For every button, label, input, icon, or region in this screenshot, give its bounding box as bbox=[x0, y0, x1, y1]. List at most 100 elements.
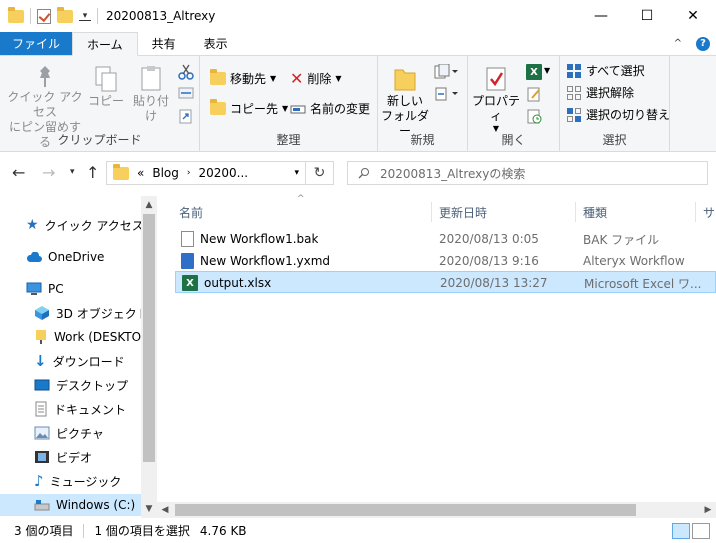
cut-icon[interactable] bbox=[178, 64, 194, 80]
nav-item-pictures[interactable]: ピクチャ bbox=[34, 422, 104, 444]
select-none-button[interactable]: 選択解除 bbox=[566, 84, 634, 101]
move-to-button[interactable]: 移動先 ▼ bbox=[210, 69, 277, 87]
collapse-ribbon-icon[interactable]: ^ bbox=[674, 38, 682, 49]
refresh-button[interactable]: ↻ bbox=[306, 161, 334, 185]
minimize-button[interactable]: — bbox=[578, 0, 624, 32]
tab-home[interactable]: ホーム bbox=[72, 32, 138, 56]
table-row[interactable]: New Workflow1.yxmd 2020/08/13 9:16 Alter… bbox=[175, 250, 716, 272]
new-item-icon[interactable] bbox=[434, 64, 458, 80]
history-icon[interactable] bbox=[526, 108, 542, 124]
address-dropdown-icon[interactable]: ▾ bbox=[294, 168, 299, 178]
nav-item-downloads[interactable]: ↓ ダウンロード bbox=[34, 350, 125, 372]
navigation-bar: ← → ▾ ↑ « Blog › 20200... ▾ ↻ 20200813_A… bbox=[0, 152, 716, 194]
breadcrumb-current[interactable]: 20200... bbox=[198, 166, 248, 180]
nav-item-quick-access[interactable]: ★ クイック アクセス bbox=[26, 214, 144, 236]
easy-access-icon[interactable] bbox=[434, 86, 458, 102]
nav-item-videos[interactable]: ビデオ bbox=[34, 446, 92, 468]
picture-icon bbox=[34, 426, 50, 440]
invert-selection-button[interactable]: 選択の切り替え bbox=[566, 106, 670, 123]
column-header-name[interactable]: 名前 bbox=[179, 202, 203, 222]
maximize-button[interactable]: ☐ bbox=[624, 0, 670, 32]
nav-item-music[interactable]: ♪ ミュージック bbox=[34, 470, 121, 492]
nav-item-onedrive[interactable]: OneDrive bbox=[26, 246, 104, 268]
paste-button[interactable]: 貼り付け bbox=[128, 64, 174, 124]
nav-item-label: ミュージック bbox=[49, 474, 122, 489]
nav-pane-scrollbar[interactable]: ▲ ▼ bbox=[141, 196, 157, 518]
select-none-label: 選択解除 bbox=[586, 86, 635, 100]
properties-check-icon[interactable] bbox=[37, 8, 51, 24]
nav-item-3d-objects[interactable]: 3D オブジェクト bbox=[34, 302, 149, 324]
copy-button[interactable]: コピー bbox=[88, 64, 124, 109]
scroll-left-icon[interactable]: ◀ bbox=[157, 502, 173, 518]
nav-item-pc[interactable]: PC bbox=[26, 278, 64, 300]
tab-view[interactable]: 表示 bbox=[190, 32, 242, 55]
column-header-date[interactable]: 更新日時 bbox=[439, 202, 487, 222]
new-folder-button[interactable]: 新しい フォルダー bbox=[380, 64, 430, 139]
chevron-right-icon[interactable]: › bbox=[187, 168, 191, 178]
breadcrumb-blog[interactable]: Blog bbox=[152, 166, 179, 180]
column-divider[interactable] bbox=[695, 202, 696, 222]
nav-item-work[interactable]: Work (DESKTOP- bbox=[34, 326, 152, 348]
recent-locations-chevron-icon[interactable]: ▾ bbox=[70, 167, 75, 177]
paste-shortcut-icon[interactable] bbox=[178, 108, 194, 124]
title-bar: ▾ 20200813_Altrexy — ☐ ✕ bbox=[0, 0, 716, 32]
new-folder-icon[interactable] bbox=[57, 6, 73, 23]
window-controls: — ☐ ✕ bbox=[578, 0, 716, 32]
close-button[interactable]: ✕ bbox=[670, 0, 716, 32]
file-type: Microsoft Excel ワ... bbox=[584, 276, 702, 291]
up-arrow-icon[interactable]: ↑ bbox=[86, 163, 99, 182]
tab-share[interactable]: 共有 bbox=[138, 32, 190, 55]
chevron-down-icon: ▼ bbox=[335, 74, 342, 83]
copy-to-button[interactable]: コピー先 ▼ bbox=[210, 99, 288, 117]
select-all-icon bbox=[567, 63, 581, 78]
invert-selection-icon bbox=[567, 107, 581, 122]
scroll-right-icon[interactable]: ▶ bbox=[700, 502, 716, 518]
file-list: ^ 名前 更新日時 種類 サ New Workflow1.bak 2020/08… bbox=[157, 194, 716, 518]
nav-item-label: ピクチャ bbox=[56, 426, 104, 441]
rename-button[interactable]: 名前の変更 bbox=[290, 100, 370, 117]
file-type: Alteryx Workflow bbox=[583, 254, 685, 268]
folder-icon bbox=[113, 163, 129, 180]
chevron-down-icon: ▼ bbox=[270, 74, 277, 83]
edit-icon[interactable] bbox=[526, 86, 542, 102]
breadcrumb-overflow[interactable]: « bbox=[137, 166, 144, 180]
scroll-up-icon[interactable]: ▲ bbox=[141, 200, 157, 210]
column-header-type[interactable]: 種類 bbox=[583, 202, 607, 222]
search-input[interactable]: 20200813_Altrexyの検索 bbox=[347, 161, 708, 185]
separator bbox=[97, 8, 98, 24]
forward-arrow-icon[interactable]: → bbox=[42, 163, 55, 182]
file-list-horizontal-scrollbar[interactable]: ◀ ▶ bbox=[157, 502, 716, 518]
chevron-down-icon[interactable]: ▼ bbox=[544, 66, 550, 75]
select-all-button[interactable]: すべて選択 bbox=[566, 62, 645, 79]
excel-open-icon[interactable]: X bbox=[526, 64, 542, 80]
chevron-down-icon[interactable]: ▾ bbox=[79, 11, 91, 21]
properties-button[interactable]: プロパティ ▼ bbox=[470, 64, 522, 134]
delete-button[interactable]: ✕ 削除 ▼ bbox=[290, 70, 342, 87]
help-icon[interactable]: ? bbox=[696, 36, 710, 51]
copy-path-icon[interactable] bbox=[178, 86, 194, 100]
back-arrow-icon[interactable]: ← bbox=[12, 163, 25, 182]
nav-item-desktop[interactable]: デスクトップ bbox=[34, 374, 128, 396]
table-row[interactable]: New Workflow1.bak 2020/08/13 0:05 BAK ファ… bbox=[175, 228, 716, 250]
scrollbar-thumb[interactable] bbox=[143, 214, 155, 462]
file-type: BAK ファイル bbox=[583, 232, 660, 247]
copy-label: コピー bbox=[88, 94, 125, 108]
column-header-size[interactable]: サ bbox=[703, 202, 715, 222]
move-to-label: 移動先 bbox=[230, 72, 267, 86]
scrollbar-thumb[interactable] bbox=[175, 504, 636, 516]
address-bar[interactable]: « Blog › 20200... ▾ bbox=[106, 161, 306, 185]
table-row[interactable]: X output.xlsx 2020/08/13 13:27 Microsoft… bbox=[175, 271, 716, 293]
delete-x-icon: ✕ bbox=[290, 68, 304, 88]
column-divider[interactable] bbox=[431, 202, 432, 222]
download-icon: ↓ bbox=[34, 352, 47, 370]
tab-file[interactable]: ファイル bbox=[0, 32, 73, 55]
nav-item-documents[interactable]: ドキュメント bbox=[34, 398, 126, 420]
desktop-icon bbox=[34, 379, 50, 390]
cube-icon bbox=[35, 306, 49, 320]
column-divider[interactable] bbox=[575, 202, 576, 222]
details-view-button[interactable] bbox=[672, 523, 690, 539]
scroll-down-icon[interactable]: ▼ bbox=[141, 504, 157, 514]
nav-item-windows-c[interactable]: Windows (C:) bbox=[0, 494, 141, 516]
large-icons-view-button[interactable] bbox=[692, 523, 710, 539]
separator bbox=[83, 523, 85, 538]
